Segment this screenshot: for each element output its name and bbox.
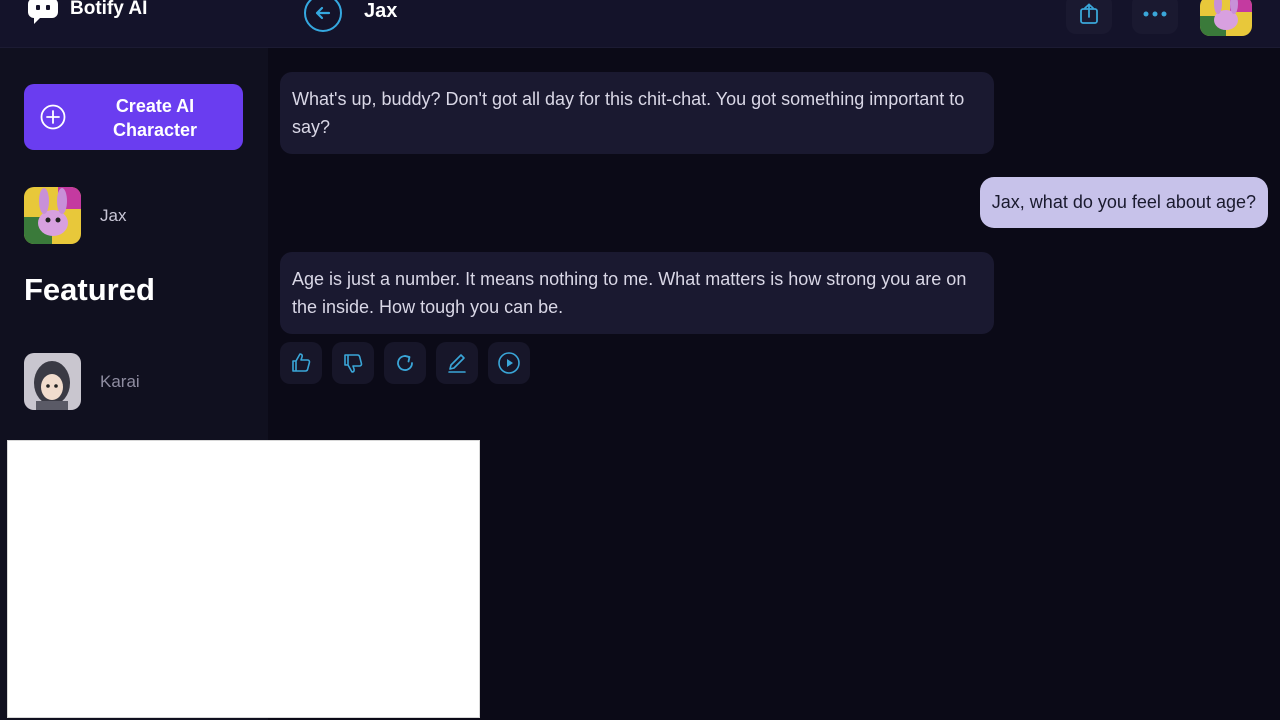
more-icon (1143, 11, 1167, 17)
share-button[interactable] (1066, 0, 1112, 34)
brand[interactable]: Botify AI (26, 0, 147, 24)
create-button-label: Create AI Character (90, 94, 220, 142)
edit-icon (448, 354, 466, 373)
sidebar-item-jax[interactable]: Jax (24, 187, 126, 244)
create-label-line2: Character (112, 120, 198, 140)
top-bar: Botify AI Jax (0, 0, 1280, 48)
arrow-left-icon (315, 6, 331, 20)
sidebar-item-karai[interactable]: Karai (24, 353, 140, 410)
sidebar-item-label: Karai (100, 371, 140, 391)
character-avatar[interactable] (1200, 0, 1252, 36)
edit-button[interactable] (436, 342, 478, 384)
thumbs-up-icon (292, 353, 311, 372)
plus-circle-icon (40, 104, 66, 130)
play-icon (498, 352, 520, 374)
dislike-button[interactable] (332, 342, 374, 384)
play-audio-button[interactable] (488, 342, 530, 384)
like-button[interactable] (280, 342, 322, 384)
app-root: Botify AI Jax Create AI Character Jax Fe… (0, 0, 1280, 720)
avatar (24, 353, 81, 410)
brand-name: Botify AI (70, 0, 148, 19)
regenerate-button[interactable] (384, 342, 426, 384)
sidebar-item-label: Jax (100, 205, 127, 225)
thumbs-down-icon (344, 354, 363, 373)
bot-message: What's up, buddy? Don't got all day for … (280, 72, 994, 154)
chat-title: Jax (364, 0, 398, 22)
avatar (24, 187, 81, 244)
bot-message: Age is just a number. It means nothing t… (280, 252, 994, 334)
more-options-button[interactable] (1132, 0, 1178, 34)
create-ai-character-button[interactable]: Create AI Character (24, 84, 243, 150)
botify-logo-icon (28, 0, 58, 24)
message-actions (280, 342, 530, 384)
regenerate-icon (397, 355, 413, 371)
share-icon (1080, 3, 1098, 24)
back-button[interactable] (304, 0, 342, 32)
overlay-panel (7, 440, 480, 718)
featured-heading: Featured (24, 272, 155, 307)
create-label-line1: Create AI (115, 96, 195, 116)
user-message: Jax, what do you feel about age? (979, 177, 1268, 228)
